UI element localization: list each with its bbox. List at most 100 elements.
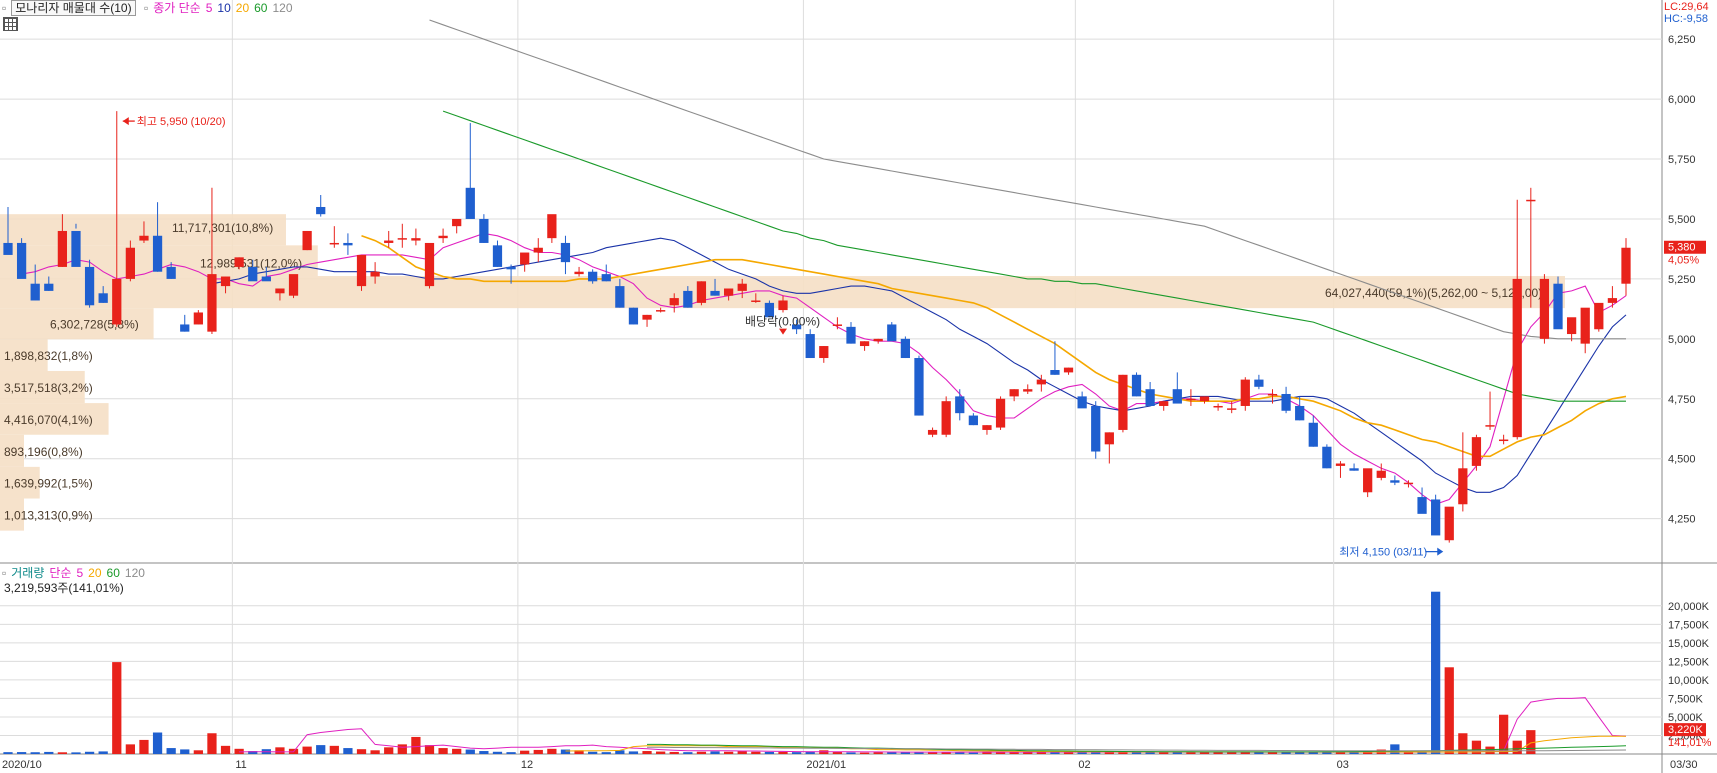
candle-body[interactable]	[574, 271, 584, 275]
volume-bar[interactable]	[1431, 591, 1441, 754]
candle-body[interactable]	[424, 242, 435, 287]
candle-body[interactable]	[1417, 497, 1427, 514]
volume-bar[interactable]	[180, 749, 190, 754]
candle-body[interactable]	[887, 324, 897, 342]
candle-body[interactable]	[1050, 370, 1060, 375]
volume-bar[interactable]	[44, 751, 54, 754]
volume-bar[interactable]	[723, 751, 734, 754]
volume-bar[interactable]	[438, 748, 448, 754]
candle-body[interactable]	[751, 300, 761, 302]
candle-body[interactable]	[479, 218, 489, 243]
ma5-label[interactable]: 5	[206, 1, 213, 15]
candle-body[interactable]	[180, 324, 190, 332]
candle-body[interactable]	[152, 235, 163, 272]
candle-body[interactable]	[1403, 482, 1414, 485]
volume-bar[interactable]	[370, 750, 380, 754]
volume-bar[interactable]	[220, 745, 231, 754]
candle-body[interactable]	[1118, 374, 1128, 430]
candle-body[interactable]	[1594, 302, 1604, 330]
volume-bar[interactable]	[57, 752, 68, 754]
volume-bar[interactable]	[1512, 740, 1522, 754]
candle-body[interactable]	[411, 238, 421, 241]
candle-body[interactable]	[968, 415, 978, 426]
candle-body[interactable]	[995, 398, 1006, 428]
volume-bar[interactable]	[791, 752, 802, 754]
volume-bar[interactable]	[710, 751, 720, 754]
volume-bar[interactable]	[207, 733, 217, 754]
candle-body[interactable]	[1499, 439, 1509, 442]
candle-body[interactable]	[832, 324, 843, 326]
volume-bar[interactable]	[859, 752, 870, 754]
volume-ma20-label[interactable]: 20	[88, 566, 101, 580]
volume-bar[interactable]	[1403, 752, 1414, 754]
candle-body[interactable]	[234, 257, 244, 267]
candle-body[interactable]	[982, 425, 992, 430]
candle-body[interactable]	[1267, 393, 1278, 396]
volume-bar[interactable]	[914, 752, 924, 754]
volume-bar[interactable]	[560, 749, 571, 754]
candle-body[interactable]	[628, 307, 639, 325]
candle-body[interactable]	[1254, 379, 1264, 387]
candle-body[interactable]	[1335, 463, 1346, 466]
candle-body[interactable]	[1566, 317, 1577, 335]
candle-body[interactable]	[859, 341, 870, 347]
candle-body[interactable]	[248, 266, 258, 282]
candle-body[interactable]	[356, 254, 367, 287]
candle-body[interactable]	[438, 235, 448, 239]
candle-body[interactable]	[3, 242, 13, 255]
indicator-title[interactable]: 모나리자 매물대 수(10)	[11, 0, 136, 16]
volume-bar[interactable]	[1444, 667, 1454, 754]
volume-bar[interactable]	[152, 732, 163, 754]
candle-body[interactable]	[778, 300, 788, 311]
candle-body[interactable]	[1363, 468, 1373, 493]
volume-bar[interactable]	[356, 749, 367, 754]
candle-body[interactable]	[1131, 374, 1142, 397]
candle-body[interactable]	[955, 396, 965, 414]
candle-body[interactable]	[16, 242, 27, 279]
volume-bar[interactable]	[275, 747, 285, 754]
candle-body[interactable]	[1376, 470, 1386, 478]
volume-bar[interactable]	[520, 750, 530, 754]
candle-body[interactable]	[1308, 422, 1318, 447]
volume-bar[interactable]	[71, 752, 81, 754]
candle-body[interactable]	[1458, 468, 1468, 505]
candle-body[interactable]	[261, 276, 271, 282]
candle-body[interactable]	[1023, 389, 1033, 392]
candle-body[interactable]	[492, 245, 503, 267]
candle-body[interactable]	[1431, 499, 1441, 536]
candle-body[interactable]	[125, 247, 135, 279]
volume-bars[interactable]	[3, 591, 1536, 754]
candle-body[interactable]	[1091, 405, 1101, 452]
candle-body[interactable]	[669, 298, 679, 306]
volume-bar[interactable]	[84, 751, 95, 754]
volume-bar[interactable]	[193, 750, 203, 754]
candle-body[interactable]	[288, 274, 299, 296]
candle-body[interactable]	[302, 230, 312, 251]
volume-bar[interactable]	[397, 744, 407, 754]
candle-body[interactable]	[329, 242, 339, 245]
candle-body[interactable]	[465, 187, 475, 219]
candle-body[interactable]	[84, 266, 95, 306]
candle-body[interactable]	[615, 286, 625, 308]
volume-bar[interactable]	[601, 752, 611, 754]
volume-ma5-label[interactable]: 5	[76, 566, 83, 580]
candle-body[interactable]	[1485, 425, 1495, 427]
candle-body[interactable]	[1471, 437, 1482, 466]
volume-bar[interactable]	[411, 736, 421, 754]
volume-bar[interactable]	[343, 748, 353, 754]
volume-bar[interactable]	[452, 748, 462, 754]
candle-body[interactable]	[533, 247, 543, 253]
table-grid-icon[interactable]	[3, 17, 18, 31]
candle-body[interactable]	[1322, 446, 1332, 469]
candle-body[interactable]	[316, 206, 326, 215]
volume-bar[interactable]	[125, 744, 135, 754]
volume-bar[interactable]	[329, 745, 339, 754]
volume-bar[interactable]	[16, 752, 27, 754]
candle-body[interactable]	[560, 242, 571, 263]
candle-body[interactable]	[506, 266, 516, 270]
candle-body[interactable]	[139, 235, 149, 241]
volume-bar[interactable]	[166, 748, 176, 754]
volume-bar[interactable]	[506, 752, 516, 754]
candle-body[interactable]	[1077, 396, 1087, 409]
volume-bar[interactable]	[1199, 752, 1210, 754]
